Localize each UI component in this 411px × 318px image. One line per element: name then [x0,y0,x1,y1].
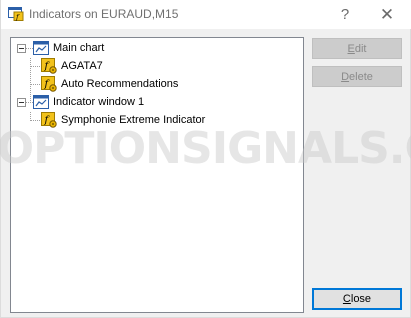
indicators-dialog: f Indicators on EURAUD,M15 ? ✕ Main char… [0,0,411,318]
tree-node-indicator[interactable]: f Auto Recommendations [41,76,178,92]
delete-button[interactable]: Delete [312,66,402,87]
tree-connector [25,102,33,103]
window-close-button[interactable]: ✕ [367,0,407,29]
chart-window-icon [33,95,49,109]
tree-node-main-chart[interactable]: Main chart [33,40,104,56]
close-button-mnemonic: C [342,293,351,305]
indicators-tree[interactable]: Main chart f AGATA7 f Auto Recommendatio… [10,37,304,313]
help-icon: ? [340,6,350,23]
delete-button-mnemonic: D [341,70,350,83]
close-button[interactable]: Close [312,288,402,310]
tree-node-indicator[interactable]: f Symphonie Extreme Indicator [41,112,205,128]
tree-connector [30,120,40,121]
tree-node-indicator-window-1[interactable]: Indicator window 1 [33,94,144,110]
indicators-app-icon: f [8,7,24,22]
edit-button-mnemonic: E [347,42,355,55]
tree-node-label: Symphonie Extreme Indicator [61,114,206,126]
collapse-indicator-window-toggle[interactable] [17,98,26,107]
custom-indicator-icon: f [41,58,57,74]
custom-indicator-icon: f [41,112,57,128]
tree-node-indicator[interactable]: f AGATA7 [41,58,103,74]
collapse-main-chart-toggle[interactable] [17,44,26,53]
edit-button-label: dit [354,42,367,55]
tree-node-label: Indicator window 1 [53,96,145,108]
tree-connector [30,84,40,85]
chart-window-icon [33,41,49,55]
close-button-label: lose [350,293,372,305]
tree-connector [30,66,40,67]
tree-node-label: Main chart [53,42,105,54]
delete-button-label: elete [349,70,373,83]
window-title: Indicators on EURAUD,M15 [29,7,179,21]
tree-node-label: Auto Recommendations [61,78,179,90]
close-icon: ✕ [379,4,395,24]
tree-node-label: AGATA7 [61,60,103,72]
custom-indicator-icon: f [41,76,57,92]
title-bar: f Indicators on EURAUD,M15 ? ✕ [1,0,411,29]
tree-connector [25,48,33,49]
help-button[interactable]: ? [325,0,365,29]
tree-connector [30,58,31,101]
edit-button[interactable]: Edit [312,38,402,59]
